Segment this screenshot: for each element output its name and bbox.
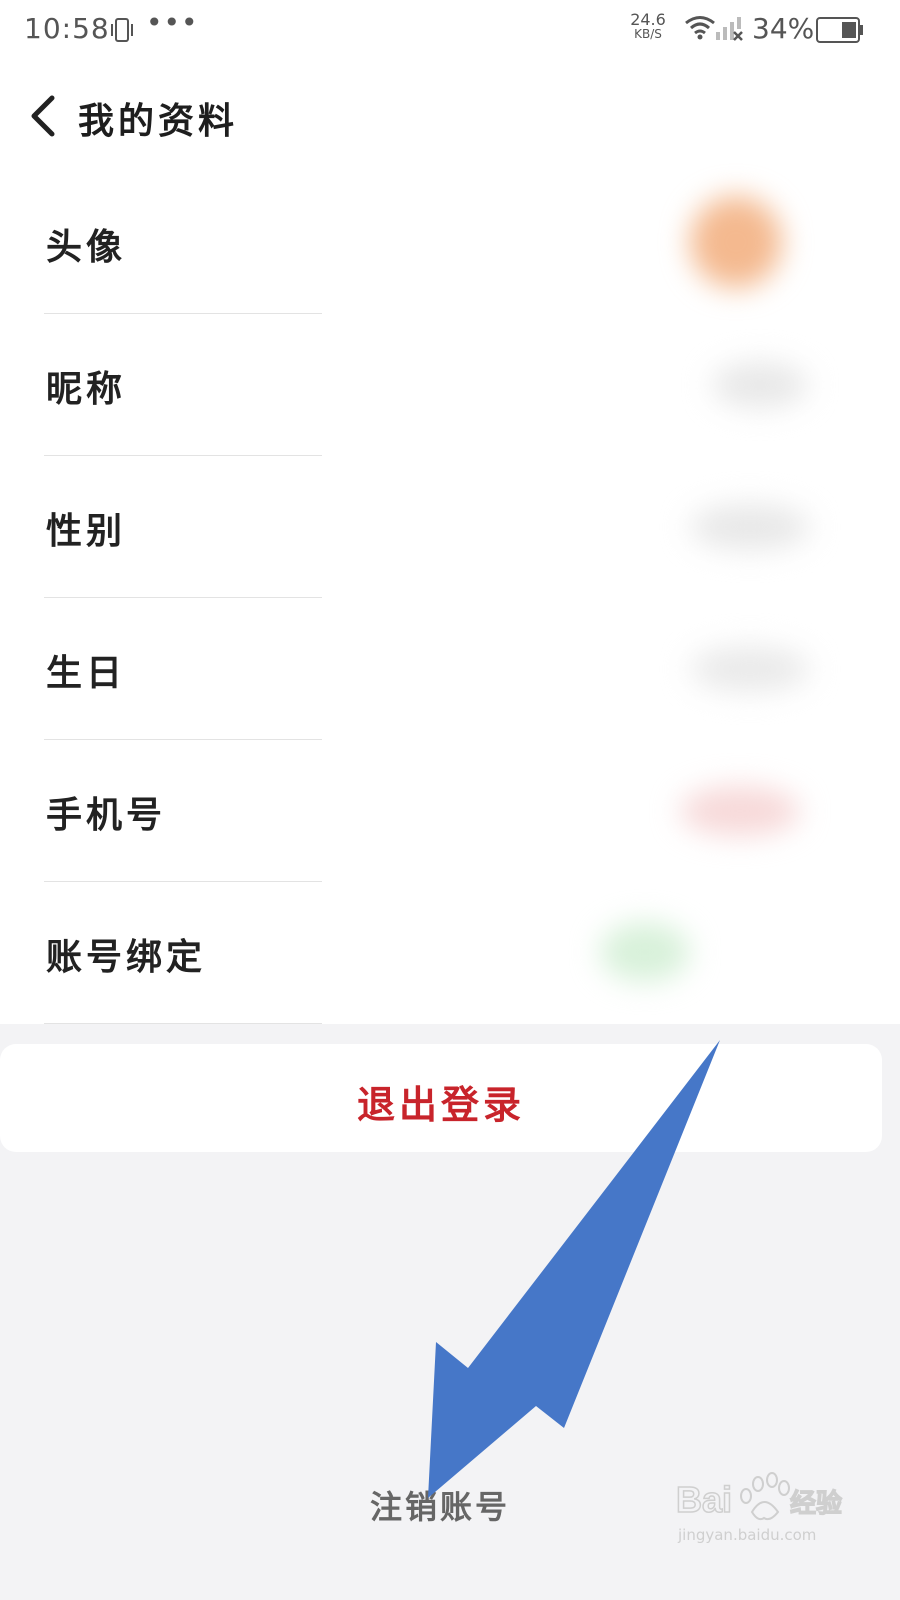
phone-value (680, 786, 800, 836)
list-item-avatar[interactable]: 头像 (0, 172, 900, 314)
svg-text:Bai: Bai (676, 1479, 732, 1520)
wifi-icon (684, 14, 716, 46)
battery-icon (816, 17, 864, 47)
network-speed: 24.6 KB/S (622, 12, 674, 42)
svg-text:经验: 经验 (790, 1488, 842, 1519)
battery-percent: 34% (752, 12, 815, 45)
chevron-left-icon[interactable] (28, 94, 58, 142)
nickname-value (712, 362, 808, 408)
birthday-value (690, 646, 810, 692)
gender-value (690, 504, 810, 550)
list-item-label: 手机号 (46, 794, 167, 836)
status-time: 10:58 (24, 12, 110, 45)
signal-icon (714, 16, 744, 46)
network-speed-value: 24.6 (630, 10, 666, 29)
list-item-label: 性别 (46, 510, 127, 552)
list-item-phone[interactable]: 手机号 (0, 740, 900, 882)
list-item-label: 账号绑定 (46, 936, 207, 978)
svg-text:jingyan.baidu.com: jingyan.baidu.com (677, 1526, 816, 1544)
avatar (690, 196, 782, 288)
baidu-paw-logo: Bai 经验 jingyan.baidu.com (675, 1472, 843, 1544)
logout-label: 退出登录 (356, 1082, 525, 1127)
profile-list: 头像 昵称 性别 生日 手机号 账号绑定 (0, 172, 900, 1024)
header: 我的资料 (0, 64, 900, 172)
list-item-account-binding[interactable]: 账号绑定 (0, 882, 900, 1024)
divider (44, 1023, 322, 1024)
account-binding-value (600, 922, 690, 982)
list-item-label: 昵称 (46, 368, 127, 410)
list-item-gender[interactable]: 性别 (0, 456, 900, 598)
list-item-birthday[interactable]: 生日 (0, 598, 900, 740)
list-item-label: 头像 (46, 226, 127, 268)
screen: 10:58 ••• 24.6 KB/S 34% 我的资料 头像 昵称 性别 生日… (0, 0, 900, 1600)
list-item-label: 生日 (46, 652, 127, 694)
network-speed-unit: KB/S (634, 27, 662, 41)
page-title: 我的资料 (78, 100, 239, 142)
more-notifications-icon: ••• (146, 6, 199, 39)
list-item-nickname[interactable]: 昵称 (0, 314, 900, 456)
status-bar: 10:58 ••• 24.6 KB/S 34% (0, 0, 900, 64)
vibrate-icon (108, 16, 136, 48)
logout-button[interactable]: 退出登录 (0, 1044, 882, 1152)
baidu-watermark: Bai 经验 jingyan.baidu.com (672, 1468, 852, 1552)
cancel-account-button[interactable]: 注销账号 (340, 1482, 540, 1528)
